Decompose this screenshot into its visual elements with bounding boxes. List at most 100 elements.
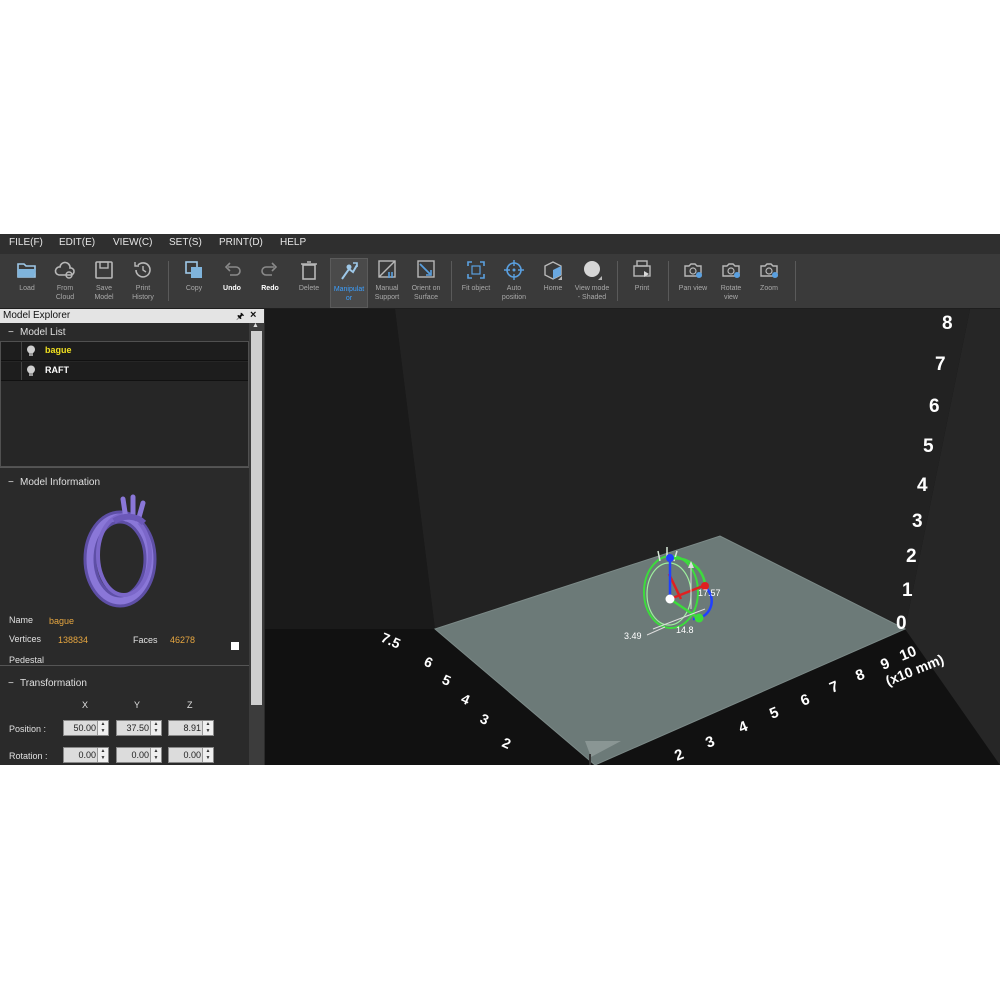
pedestal-checkbox[interactable] xyxy=(231,642,239,650)
list-item[interactable]: RAFT xyxy=(1,362,248,381)
menu-file[interactable]: FILE(F) xyxy=(9,237,43,248)
position-z-input[interactable]: 8.91 ▲ ▼ xyxy=(168,720,214,736)
collapse-icon[interactable]: − xyxy=(8,475,14,491)
from-cloud-button[interactable]: From Cloud xyxy=(46,258,84,308)
copy-button[interactable]: Copy xyxy=(175,258,213,308)
gizmo-center[interactable] xyxy=(665,594,675,604)
orient-on-surface-button[interactable]: Orient on Surface xyxy=(407,258,445,308)
name-label: Name xyxy=(9,615,34,625)
shaded-sphere-icon xyxy=(584,261,602,280)
toolbar-separator xyxy=(668,261,669,301)
menu-print[interactable]: PRINT(D) xyxy=(219,237,263,248)
pin-icon[interactable]: 🖈 xyxy=(236,309,244,323)
camera-pan-icon xyxy=(684,263,702,278)
y-tick: 3 xyxy=(478,710,492,728)
collapse-icon[interactable]: − xyxy=(8,676,14,692)
scrollbar-thumb[interactable] xyxy=(251,331,262,705)
zoom-button[interactable]: Zoom xyxy=(750,258,788,308)
print-button[interactable]: Print xyxy=(623,258,661,308)
rotation-z-input[interactable]: 0.00 ▲ ▼ xyxy=(168,747,214,763)
manual-support-button[interactable]: Manual Support xyxy=(368,258,406,308)
rotation-x-value: 0.00 xyxy=(78,750,96,760)
fit-object-label: Fit object xyxy=(461,285,491,292)
axis-z-header: Z xyxy=(187,700,193,710)
vertices-label: Vertices xyxy=(9,634,42,644)
orient-on-surface-label: Orient on Surface xyxy=(411,285,441,301)
model-name: RAFT xyxy=(45,365,69,375)
rotation-y-value: 0.00 xyxy=(131,750,149,760)
position-x-input[interactable]: 50.00 ▲ ▼ xyxy=(63,720,109,736)
model-information-header[interactable]: − Model Information xyxy=(0,475,249,491)
fit-object-button[interactable]: Fit object xyxy=(457,258,495,308)
faces-value: 46278 xyxy=(170,635,196,645)
menu-edit[interactable]: EDIT(E) xyxy=(59,237,95,248)
axis-y-header: Y xyxy=(134,700,141,710)
panel-body: − Model List bague RAFT − Model Informat… xyxy=(0,323,249,765)
position-x-value: 50.00 xyxy=(73,723,96,733)
zoom-label: Zoom xyxy=(760,285,778,292)
spin-arrows-icon[interactable]: ▲ ▼ xyxy=(202,721,213,735)
delete-button[interactable]: Delete xyxy=(290,258,328,308)
list-item[interactable]: bague xyxy=(1,342,248,361)
home-button[interactable]: Home xyxy=(534,258,572,308)
spin-arrows-icon[interactable]: ▲ ▼ xyxy=(97,721,108,735)
z-handle-knob[interactable] xyxy=(666,554,674,562)
y-handle-knob[interactable] xyxy=(694,613,704,623)
z-tick: 7 xyxy=(935,354,946,375)
3d-viewport[interactable]: 8 7 6 5 4 3 2 1 0 2 3 4 5 6 7 8 9 10 (x1… xyxy=(265,309,1000,765)
spin-arrows-icon[interactable]: ▲ ▼ xyxy=(150,748,161,762)
transformation-header[interactable]: − Transformation xyxy=(0,676,249,692)
z-tick: 4 xyxy=(917,475,928,496)
model-list-header[interactable]: − Model List xyxy=(0,325,249,341)
rotation-x-input[interactable]: 0.00 ▲ ▼ xyxy=(63,747,109,763)
spin-arrows-icon[interactable]: ▲ ▼ xyxy=(202,748,213,762)
model-explorer-panel: Model Explorer 🖈 × − Model List bague RA… xyxy=(0,309,264,765)
z-tick: 0 xyxy=(896,613,907,634)
toolbar-separator xyxy=(795,261,796,301)
trash-icon xyxy=(301,261,317,280)
menu-set[interactable]: SET(S) xyxy=(169,237,202,248)
spin-arrows-icon[interactable]: ▲ ▼ xyxy=(150,721,161,735)
collapse-icon[interactable]: − xyxy=(8,325,14,341)
position-y-input[interactable]: 37.50 ▲ ▼ xyxy=(116,720,162,736)
menu-help[interactable]: HELP xyxy=(280,237,306,248)
close-icon[interactable]: × xyxy=(250,308,256,322)
model-list: bague RAFT xyxy=(0,341,249,467)
undo-button[interactable]: Undo xyxy=(213,258,251,308)
lightbulb-icon[interactable] xyxy=(26,365,36,377)
panel-title: Model Explorer xyxy=(3,310,71,321)
model-information-title: Model Information xyxy=(20,477,101,488)
view-mode-button[interactable]: View mode - Shaded xyxy=(573,258,611,308)
save-icon xyxy=(95,261,113,279)
fit-object-icon xyxy=(467,261,485,279)
vertices-value: 138834 xyxy=(58,635,89,645)
rotation-y-input[interactable]: 0.00 ▲ ▼ xyxy=(116,747,162,763)
load-button[interactable]: Load xyxy=(8,258,46,308)
camera-zoom-icon xyxy=(760,263,778,278)
row-checkbox[interactable] xyxy=(1,362,22,380)
position-y-value: 37.50 xyxy=(126,723,149,733)
rotate-view-button[interactable]: Rotate view xyxy=(712,258,750,308)
pan-view-button[interactable]: Pan view xyxy=(674,258,712,308)
z-tick: 1 xyxy=(902,580,913,601)
position-z-value: 8.91 xyxy=(183,723,201,733)
row-checkbox[interactable] xyxy=(1,342,22,360)
auto-position-button[interactable]: Auto position xyxy=(495,258,533,308)
history-icon xyxy=(134,262,151,278)
panel-header: Model Explorer 🖈 × xyxy=(0,309,264,323)
menu-view[interactable]: VIEW(C) xyxy=(113,237,152,248)
x-tick: 3 xyxy=(703,733,717,752)
y-tick: 7.5 xyxy=(379,629,403,652)
scrollbar[interactable]: ▲ xyxy=(249,322,264,765)
redo-button[interactable]: Redo xyxy=(251,258,289,308)
cube-view-icon xyxy=(544,261,562,280)
scroll-up-icon[interactable]: ▲ xyxy=(252,322,259,329)
save-model-button[interactable]: Save Model xyxy=(85,258,123,308)
x-tick: 5 xyxy=(767,704,781,723)
z-tick: 2 xyxy=(906,546,917,567)
print-history-button[interactable]: Print History xyxy=(124,258,162,308)
spin-arrows-icon[interactable]: ▲ ▼ xyxy=(97,748,108,762)
lightbulb-icon[interactable] xyxy=(26,345,36,357)
manipulator-button[interactable]: Manipulat or xyxy=(330,258,368,308)
scene-svg[interactable]: 8 7 6 5 4 3 2 1 0 2 3 4 5 6 7 8 9 10 (x1… xyxy=(265,309,1000,765)
